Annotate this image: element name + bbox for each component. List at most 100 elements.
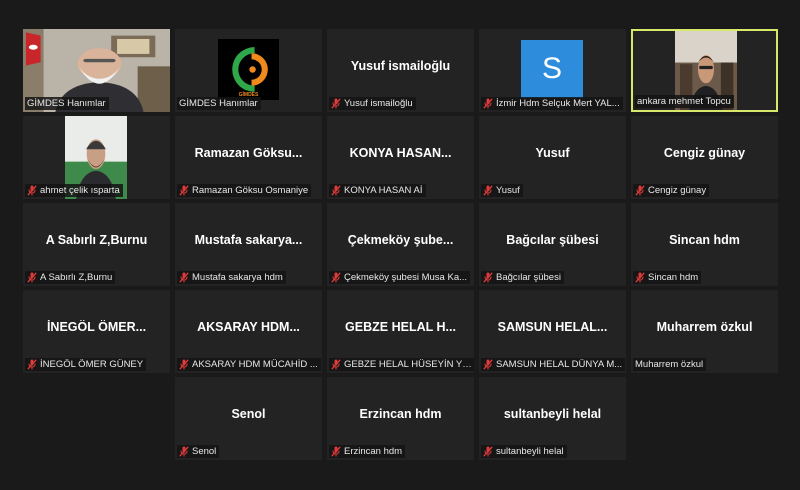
participant-name-text: Bağcılar şübesi: [496, 272, 561, 283]
avatar: S: [521, 40, 583, 98]
muted-mic-icon: [635, 272, 645, 283]
participant-display-name: Ramazan Göksu...: [194, 146, 303, 160]
participant-name-text: GİMDES Hanımlar: [27, 98, 106, 109]
participant-display-name: Erzincan hdm: [359, 407, 442, 421]
participant-name-label: GEBZE HELAL HÜSEYİN YIL...: [329, 358, 474, 371]
participant-name-text: GİMDES Hanımlar: [179, 98, 258, 109]
participant-name-text: Yusuf: [496, 185, 520, 196]
participant-name-label: Senol: [177, 445, 220, 458]
participant-name-label: A Sabırlı Z,Burnu: [25, 271, 116, 284]
participant-name-label: Erzincan hdm: [329, 445, 406, 458]
participant-name-text: Çekmeköy şubesi Musa Ka...: [344, 272, 468, 283]
participant-name-text: Senol: [192, 446, 217, 457]
participant-name-text: A Sabırlı Z,Burnu: [40, 272, 113, 283]
participant-name-label: AKSARAY HDM MÜCAHİD ...: [177, 358, 321, 371]
muted-mic-icon: [331, 98, 341, 109]
muted-mic-icon: [483, 272, 493, 283]
muted-mic-icon: [635, 185, 645, 196]
participant-name-label: Yusuf: [481, 184, 523, 197]
video-gallery-grid: GİMDES Hanımlar GİMDES GİMDES Hanımlar Yusu…: [0, 0, 800, 490]
muted-mic-icon: [179, 272, 189, 283]
participant-name-text: Sincan hdm: [648, 272, 699, 283]
participant-display-name: Çekmeköy şube...: [347, 233, 454, 247]
participant-tile[interactable]: Erzincan hdm Erzincan hdm: [327, 377, 474, 460]
participant-tile[interactable]: SAMSUN HELAL... SAMSUN HELAL DÜNYA M...: [479, 290, 626, 373]
participant-name-text: AKSARAY HDM MÜCAHİD ...: [192, 359, 318, 370]
participant-tile[interactable]: KONYA HASAN... KONYA HASAN Aİ: [327, 116, 474, 199]
muted-mic-icon: [331, 359, 341, 370]
participant-display-name: Senol: [231, 407, 266, 421]
participant-display-name: A Sabırlı Z,Burnu: [45, 233, 148, 247]
participant-name-text: İNEGÖL ÖMER GÜNEY: [40, 359, 144, 370]
muted-mic-icon: [483, 446, 493, 457]
participant-name-label: SAMSUN HELAL DÜNYA M...: [481, 358, 626, 371]
participant-name-label: Bağcılar şübesi: [481, 271, 564, 284]
participant-tile[interactable]: Çekmeköy şube... Çekmeköy şubesi Musa Ka.…: [327, 203, 474, 286]
participant-name-label: Cengiz günay: [633, 184, 710, 197]
participant-tile[interactable]: sultanbeyli helal sultanbeyli helal: [479, 377, 626, 460]
muted-mic-icon: [179, 185, 189, 196]
participant-name-text: KONYA HASAN Aİ: [344, 185, 423, 196]
participant-display-name: Mustafa sakarya...: [194, 233, 303, 247]
participant-tile[interactable]: Sincan hdm Sincan hdm: [631, 203, 778, 286]
participant-name-label: Yusuf ismailoğlu: [329, 97, 416, 110]
participant-name-label: KONYA HASAN Aİ: [329, 184, 426, 197]
participant-tile[interactable]: GEBZE HELAL H... GEBZE HELAL HÜSEYİN YIL.…: [327, 290, 474, 373]
participant-display-name: Cengiz günay: [663, 146, 746, 160]
participant-name-text: İzmir Hdm Selçuk Mert YAL...: [496, 98, 620, 109]
avatar-initial: S: [541, 52, 562, 85]
participant-display-name: Bağcılar şübesi: [506, 233, 599, 247]
muted-mic-icon: [331, 446, 341, 457]
participant-display-name: GEBZE HELAL H...: [345, 320, 456, 334]
participant-tile[interactable]: Yusuf ismailoğlu Yusuf ismailoğlu: [327, 29, 474, 112]
participant-name-text: SAMSUN HELAL DÜNYA M...: [496, 359, 623, 370]
participant-display-name: AKSARAY HDM...: [197, 320, 300, 334]
participant-name-text: ahmet çelik ısparta: [40, 185, 120, 196]
participant-name-label: sultanbeyli helal: [481, 445, 567, 458]
participant-name-label: Mustafa sakarya hdm: [177, 271, 286, 284]
participant-name-text: Cengiz günay: [648, 185, 707, 196]
muted-mic-icon: [179, 359, 189, 370]
participant-display-name: SAMSUN HELAL...: [497, 320, 608, 334]
participant-tile[interactable]: Senol Senol: [175, 377, 322, 460]
participant-display-name: Sincan hdm: [669, 233, 740, 247]
participant-tile[interactable]: Mustafa sakarya... Mustafa sakarya hdm: [175, 203, 322, 286]
muted-mic-icon: [483, 98, 493, 109]
participant-name-text: sultanbeyli helal: [496, 446, 564, 457]
participant-tile[interactable]: S İzmir Hdm Selçuk Mert YAL...: [479, 29, 626, 112]
participant-tile[interactable]: Muharrem özkul Muharrem özkul: [631, 290, 778, 373]
participant-tile[interactable]: GİMDES Hanımlar: [23, 29, 170, 112]
participant-tile[interactable]: Ramazan Göksu... Ramazan Göksu Osmaniye: [175, 116, 322, 199]
participant-name-text: GEBZE HELAL HÜSEYİN YIL...: [344, 359, 472, 370]
muted-mic-icon: [179, 446, 189, 457]
participant-name-label: Ramazan Göksu Osmaniye: [177, 184, 312, 197]
participant-name-text: ankara mehmet Topcu: [637, 96, 731, 107]
gimdes-logo: GİMDES: [218, 39, 279, 100]
muted-mic-icon: [331, 185, 341, 196]
participant-display-name: KONYA HASAN...: [349, 146, 452, 160]
participant-tile[interactable]: Cengiz günay Cengiz günay: [631, 116, 778, 199]
participant-name-label: GİMDES Hanımlar: [25, 97, 109, 110]
muted-mic-icon: [27, 272, 37, 283]
participant-tile[interactable]: AKSARAY HDM... AKSARAY HDM MÜCAHİD ...: [175, 290, 322, 373]
participant-name-label: GİMDES Hanımlar: [177, 97, 261, 110]
participant-tile[interactable]: ahmet çelik ısparta: [23, 116, 170, 199]
participant-tile[interactable]: ankara mehmet Topcu: [631, 29, 778, 112]
participant-tile[interactable]: Yusuf Yusuf: [479, 116, 626, 199]
participant-name-label: Çekmeköy şubesi Musa Ka...: [329, 271, 471, 284]
participant-name-text: Erzincan hdm: [344, 446, 403, 457]
muted-mic-icon: [27, 359, 37, 370]
muted-mic-icon: [483, 359, 493, 370]
participant-tile[interactable]: Bağcılar şübesi Bağcılar şübesi: [479, 203, 626, 286]
participant-display-name: Yusuf ismailoğlu: [350, 59, 451, 73]
participant-tile[interactable]: A Sabırlı Z,Burnu A Sabırlı Z,Burnu: [23, 203, 170, 286]
participant-name-label: İzmir Hdm Selçuk Mert YAL...: [481, 97, 623, 110]
participant-tile[interactable]: İNEGÖL ÖMER... İNEGÖL ÖMER GÜNEY: [23, 290, 170, 373]
participant-name-label: ahmet çelik ısparta: [25, 184, 123, 197]
muted-mic-icon: [331, 272, 341, 283]
participant-display-name: Yusuf: [535, 146, 570, 160]
participant-display-name: sultanbeyli helal: [503, 407, 602, 421]
participant-display-name: Muharrem özkul: [656, 320, 753, 334]
participant-name-text: Muharrem özkul: [635, 359, 704, 370]
participant-tile[interactable]: GİMDES GİMDES Hanımlar: [175, 29, 322, 112]
